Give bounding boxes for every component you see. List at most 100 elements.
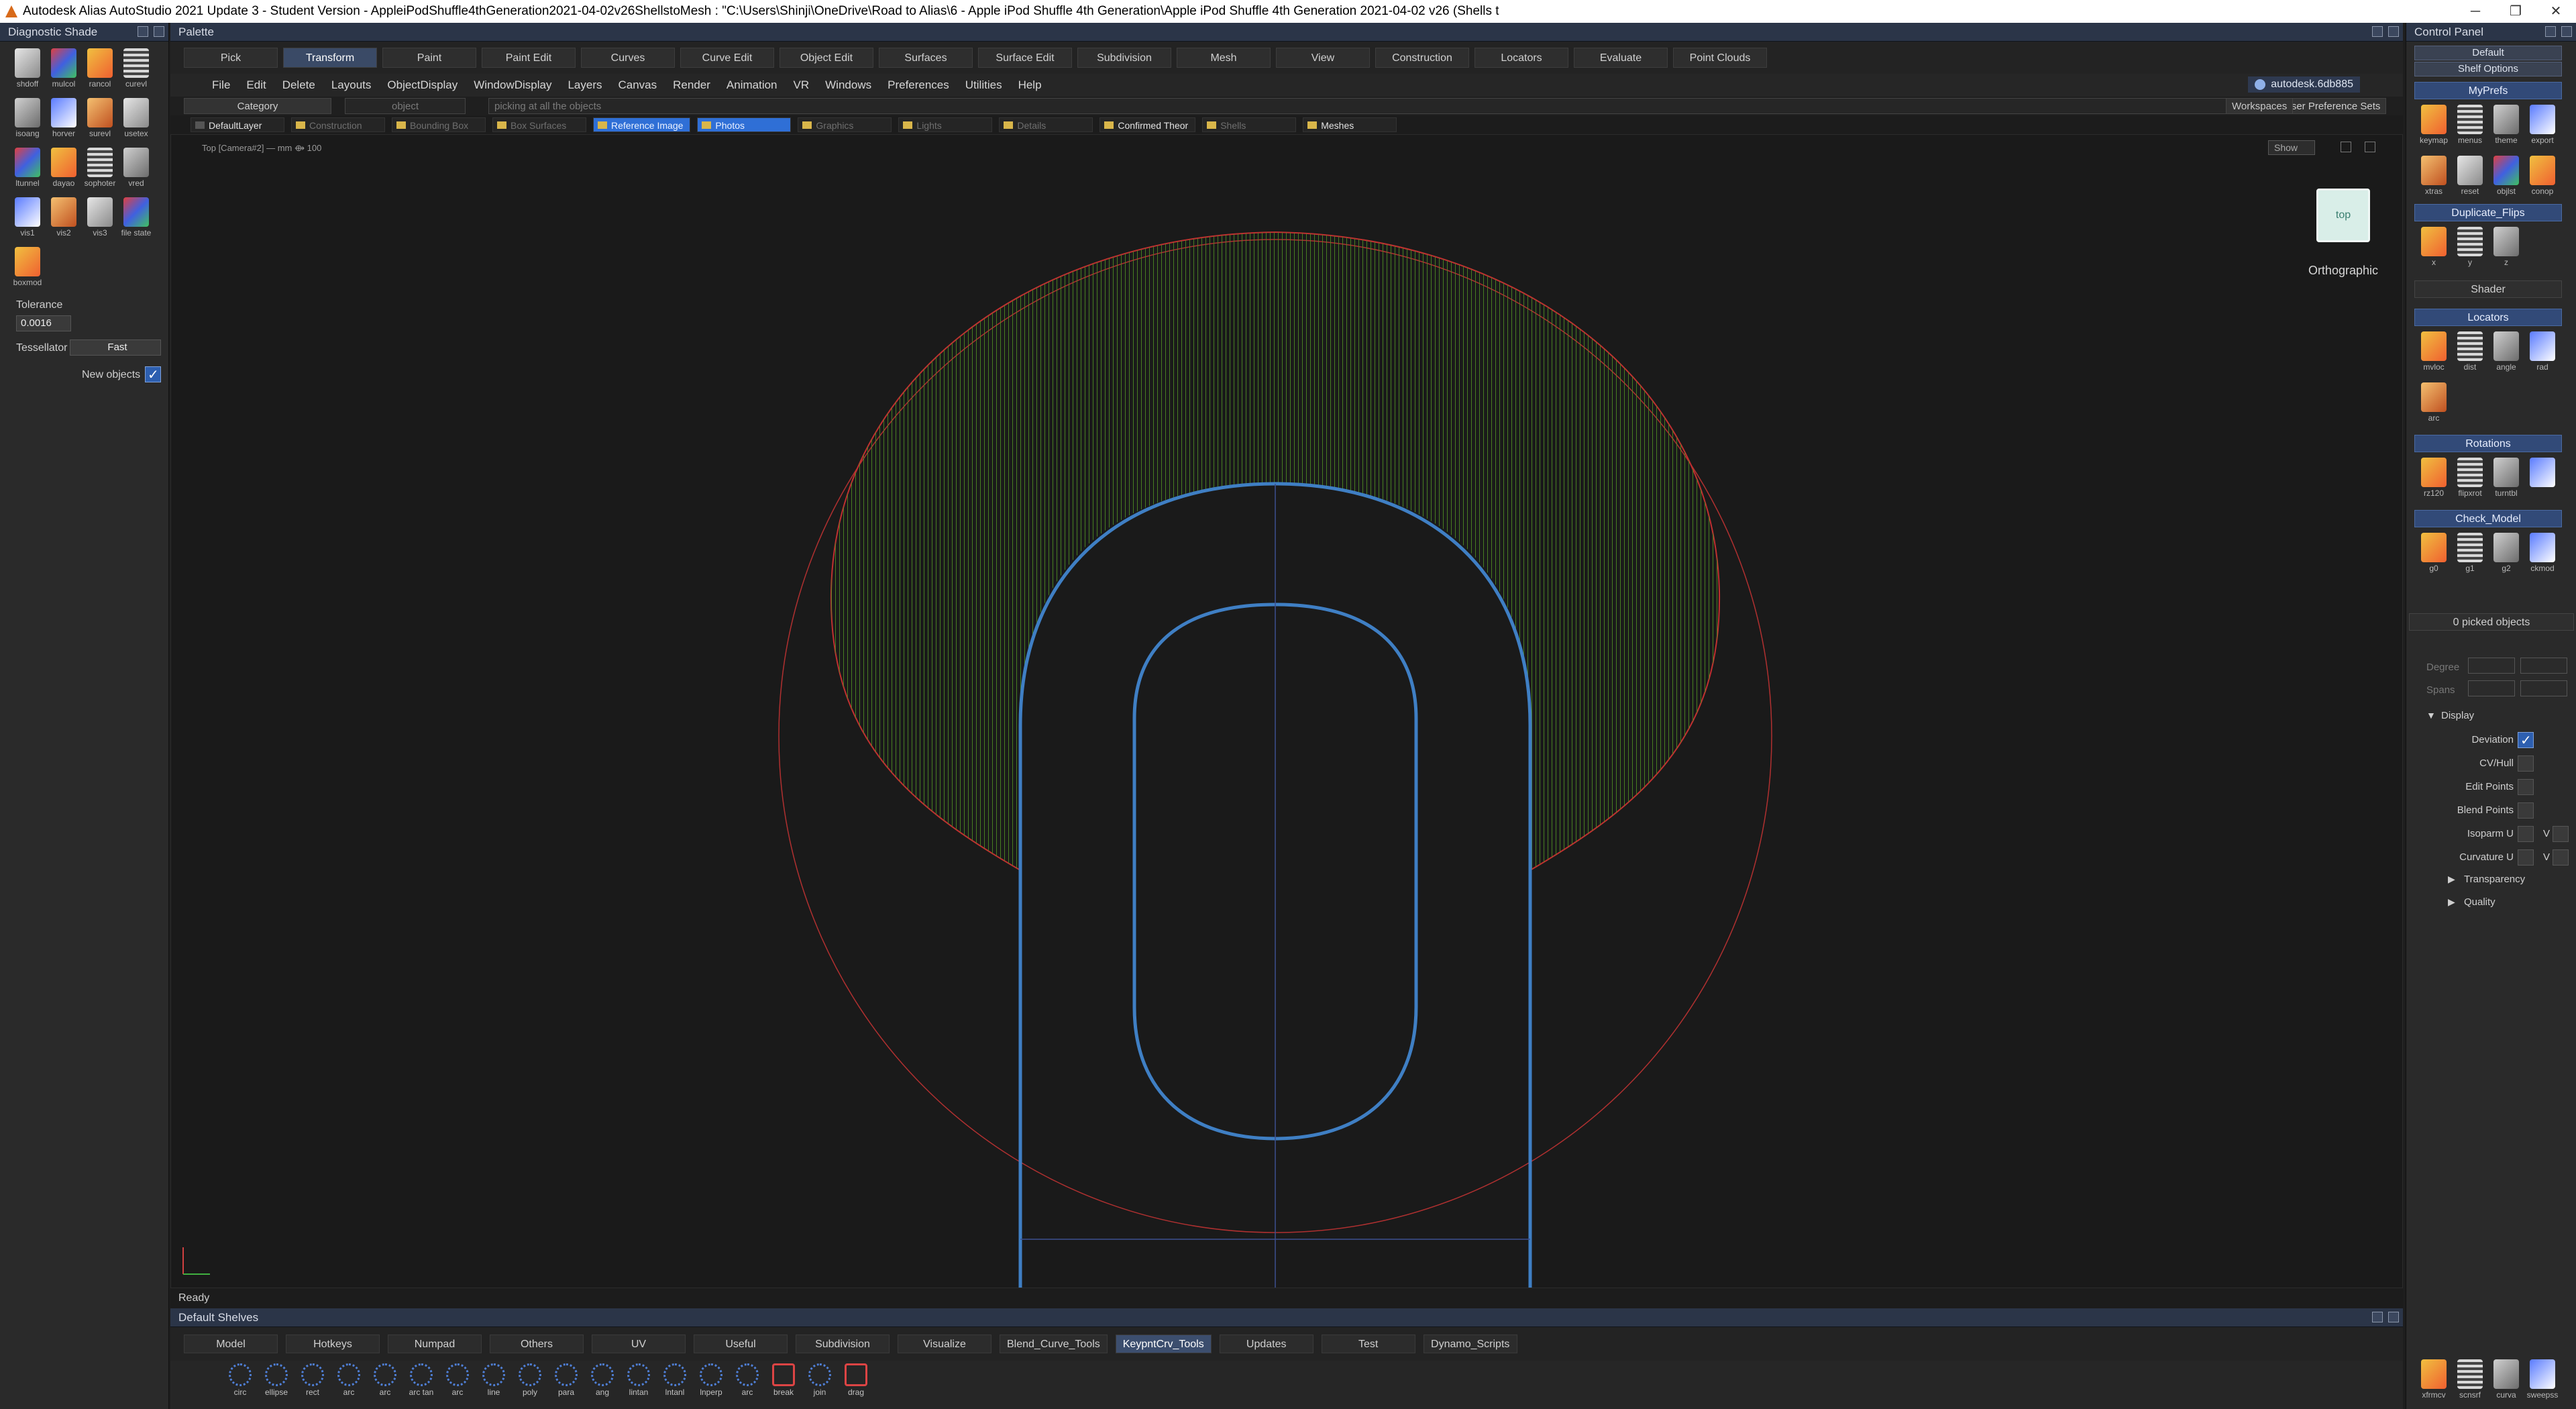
- menu-item-14[interactable]: Help: [1010, 79, 1050, 92]
- rotation-0-tool[interactable]: rz120: [2416, 455, 2452, 506]
- control-panel-pin-icon[interactable]: [2545, 26, 2556, 37]
- quality-expand-icon[interactable]: ▶: [2448, 896, 2455, 908]
- shelf-tool-5[interactable]: arc tan: [407, 1361, 436, 1397]
- rotation-2-tool[interactable]: turntbl: [2488, 455, 2524, 506]
- shelf-tab-11[interactable]: Test: [1321, 1335, 1415, 1353]
- menu-item-13[interactable]: Utilities: [957, 79, 1010, 92]
- shelf-tab-8[interactable]: Blend_Curve_Tools: [1000, 1335, 1108, 1353]
- tessellator-dropdown[interactable]: Fast: [70, 340, 161, 356]
- myprefs-6-tool[interactable]: objlst: [2488, 153, 2524, 204]
- tolerance-field[interactable]: 0.0016: [16, 315, 71, 331]
- myprefs-1-tool[interactable]: menus: [2452, 102, 2488, 153]
- degree-field-v[interactable]: [2520, 658, 2567, 674]
- diag-11-tool[interactable]: vred: [118, 145, 154, 195]
- palette-tab-1[interactable]: Transform: [283, 48, 377, 68]
- palette-tab-0[interactable]: Pick: [184, 48, 278, 68]
- shelf-tab-3[interactable]: Others: [490, 1335, 584, 1353]
- shelf-tool-13[interactable]: lnperp: [696, 1361, 726, 1397]
- palette-tab-12[interactable]: Construction: [1375, 48, 1469, 68]
- menu-item-8[interactable]: Render: [665, 79, 718, 92]
- shelves-close-icon[interactable]: [2388, 1312, 2399, 1322]
- dupflip-1-tool[interactable]: y: [2452, 224, 2488, 275]
- display-option-5-checkbox[interactable]: [2518, 849, 2534, 866]
- locator-3-tool[interactable]: rad: [2524, 329, 2561, 380]
- shelf-tool-10[interactable]: ang: [588, 1361, 617, 1397]
- menu-item-2[interactable]: Delete: [274, 79, 323, 92]
- checkmodel-2-tool[interactable]: g2: [2488, 530, 2524, 581]
- shelf-tool-3[interactable]: arc: [334, 1361, 364, 1397]
- layer-3[interactable]: Box Surfaces: [492, 117, 586, 132]
- display-option-3-checkbox[interactable]: [2518, 802, 2534, 819]
- menu-item-12[interactable]: Preferences: [879, 79, 957, 92]
- shelf-tab-2[interactable]: Numpad: [388, 1335, 482, 1353]
- layer-8[interactable]: Details: [999, 117, 1093, 132]
- myprefs-4-tool[interactable]: xtras: [2416, 153, 2452, 204]
- display-option-0-checkbox[interactable]: [2518, 732, 2534, 749]
- rotations-section[interactable]: Rotations: [2414, 435, 2562, 452]
- menu-item-7[interactable]: Canvas: [610, 79, 665, 92]
- user-preference-sets-button[interactable]: User Preference Sets: [2278, 98, 2387, 114]
- spans-field-u[interactable]: [2468, 680, 2515, 696]
- transparency-expand-icon[interactable]: ▶: [2448, 874, 2455, 885]
- diag-13-tool[interactable]: vis2: [46, 195, 82, 244]
- diag-9-tool[interactable]: dayao: [46, 145, 82, 195]
- layer-11[interactable]: Meshes: [1303, 117, 1397, 132]
- diag-10-tool[interactable]: sophoter: [82, 145, 118, 195]
- locator-2-tool[interactable]: angle: [2488, 329, 2524, 380]
- menu-item-9[interactable]: Animation: [718, 79, 786, 92]
- palette-tab-8[interactable]: Surface Edit: [978, 48, 1072, 68]
- check-model-section[interactable]: Check_Model: [2414, 510, 2562, 527]
- diag-8-tool[interactable]: ltunnel: [9, 145, 46, 195]
- palette-tab-10[interactable]: Mesh: [1177, 48, 1271, 68]
- myprefs-3-tool[interactable]: export: [2524, 102, 2561, 153]
- checkmodel-1-tool[interactable]: g1: [2452, 530, 2488, 581]
- shelf-tab-4[interactable]: UV: [592, 1335, 686, 1353]
- shelf-tool-14[interactable]: arc: [733, 1361, 762, 1397]
- diag-12-tool[interactable]: vis1: [9, 195, 46, 244]
- menu-item-11[interactable]: Windows: [817, 79, 879, 92]
- locator-0-tool[interactable]: mvloc: [2416, 329, 2452, 380]
- shelf-tool-16[interactable]: join: [805, 1361, 835, 1397]
- display-option-2-checkbox[interactable]: [2518, 779, 2534, 795]
- shelf-tab-12[interactable]: Dynamo_Scripts: [1423, 1335, 1517, 1353]
- menu-item-10[interactable]: VR: [786, 79, 818, 92]
- myprefs-5-tool[interactable]: reset: [2452, 153, 2488, 204]
- shelf-tool-6[interactable]: arc: [443, 1361, 472, 1397]
- menu-item-4[interactable]: ObjectDisplay: [379, 79, 466, 92]
- dupflip-0-tool[interactable]: x: [2416, 224, 2452, 275]
- cp-bottom-3-tool[interactable]: sweepss: [2524, 1357, 2561, 1408]
- category-dropdown[interactable]: Category: [184, 98, 331, 114]
- myprefs-section[interactable]: MyPrefs: [2414, 82, 2562, 99]
- locators-section[interactable]: Locators: [2414, 309, 2562, 326]
- shelf-tab-9[interactable]: KeypntCrv_Tools: [1115, 1335, 1212, 1353]
- shelf-tab-6[interactable]: Subdivision: [796, 1335, 890, 1353]
- layer-5[interactable]: Photos: [697, 117, 792, 132]
- transparency-label[interactable]: Transparency: [2464, 874, 2525, 885]
- palette-tab-5[interactable]: Curve Edit: [680, 48, 774, 68]
- preset-dropdown[interactable]: Default: [2414, 46, 2562, 60]
- shelf-tool-15[interactable]: break: [769, 1361, 798, 1397]
- menu-item-1[interactable]: Edit: [238, 79, 274, 92]
- rotation-1-tool[interactable]: flipxrot: [2452, 455, 2488, 506]
- layer-10[interactable]: Shells: [1202, 117, 1297, 132]
- close-button[interactable]: ✕: [2536, 0, 2576, 23]
- display-option-4-v-checkbox[interactable]: [2553, 826, 2569, 842]
- diag-0-tool[interactable]: shdoff: [9, 46, 46, 95]
- layer-4[interactable]: Reference Image: [593, 117, 691, 132]
- diag-3-tool[interactable]: curevl: [118, 46, 154, 95]
- myprefs-0-tool[interactable]: keymap: [2416, 102, 2452, 153]
- diag-6-tool[interactable]: surevl: [82, 95, 118, 145]
- shelf-tool-7[interactable]: line: [479, 1361, 508, 1397]
- checkmodel-3-tool[interactable]: ckmod: [2524, 530, 2561, 581]
- menu-item-3[interactable]: Layouts: [323, 79, 380, 92]
- shelf-tab-7[interactable]: Visualize: [898, 1335, 991, 1353]
- modeling-viewport[interactable]: Top [Camera#2] — mm ⟴ 100 Show top Ortho…: [170, 134, 2403, 1288]
- shelf-tool-4[interactable]: arc: [370, 1361, 400, 1397]
- shelf-tab-10[interactable]: Updates: [1219, 1335, 1313, 1353]
- palette-tab-11[interactable]: View: [1276, 48, 1370, 68]
- shelf-tool-11[interactable]: lintan: [624, 1361, 653, 1397]
- rotation-3-tool[interactable]: [2524, 455, 2561, 506]
- diag-4-tool[interactable]: isoang: [9, 95, 46, 145]
- shelf-tool-12[interactable]: lntanl: [660, 1361, 690, 1397]
- palette-tab-9[interactable]: Subdivision: [1077, 48, 1171, 68]
